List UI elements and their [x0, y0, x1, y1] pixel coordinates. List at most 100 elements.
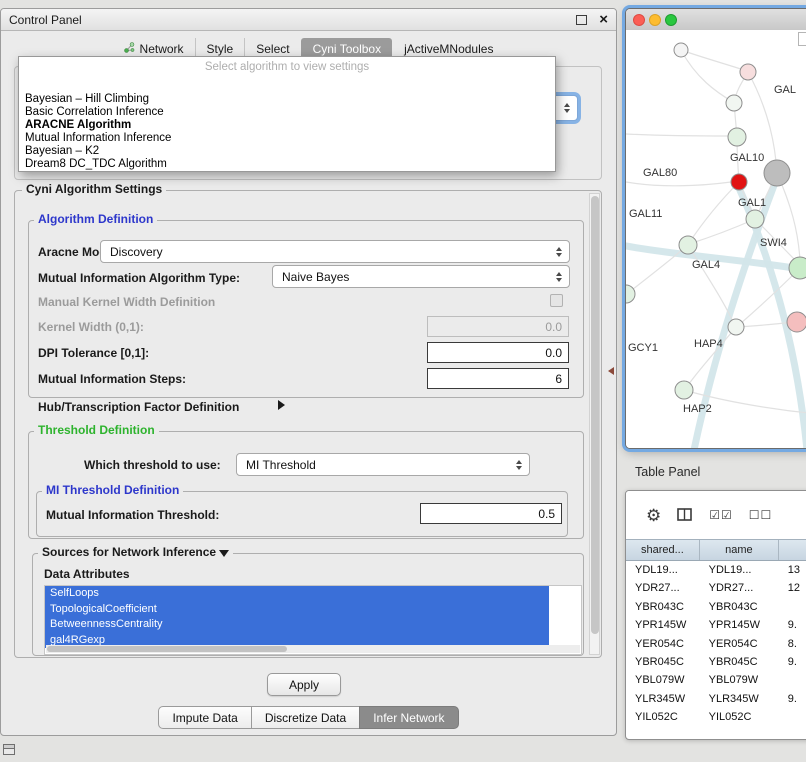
kernel-width-label: Kernel Width (0,1):	[38, 320, 144, 335]
network-window-titlebar[interactable]	[626, 9, 806, 31]
dropdown-item-bayesian-hill-climbing[interactable]: Bayesian – Hill Climbing	[19, 93, 555, 106]
settings-scrollbar-thumb[interactable]	[591, 196, 599, 634]
graph-node[interactable]	[675, 381, 693, 399]
minimized-panel-icon[interactable]	[3, 744, 15, 755]
graph-node[interactable]	[674, 43, 688, 57]
minimize-traffic-light-icon[interactable]	[649, 14, 661, 26]
graph-node[interactable]	[787, 312, 806, 332]
graph-edge[interactable]	[689, 182, 739, 243]
table-cell: YIL052C	[626, 708, 700, 726]
expand-right-icon[interactable]	[278, 400, 285, 410]
graph-edge[interactable]	[689, 219, 755, 244]
table-header: shared...name	[626, 539, 806, 561]
attr-list-hscrollbar[interactable]	[46, 645, 580, 653]
table-cell	[779, 671, 806, 689]
data-attributes-list[interactable]: SelfLoopsTopologicalCoefficientBetweenne…	[44, 585, 582, 655]
zoom-traffic-light-icon[interactable]	[665, 14, 677, 26]
threshold-definition-title: Threshold Definition	[34, 424, 159, 437]
graph-edge[interactable]	[626, 134, 729, 136]
graph-node[interactable]	[789, 257, 806, 279]
graph-node[interactable]	[728, 319, 744, 335]
float-window-icon[interactable]	[576, 15, 587, 25]
apply-button[interactable]: Apply	[267, 673, 341, 696]
graph-edge[interactable]	[681, 50, 733, 102]
attribute-item-selfloops[interactable]: SelfLoops	[45, 586, 549, 602]
dropdown-item-dream8-dc-tdc-algorithm[interactable]: Dream8 DC_TDC Algorithm	[19, 158, 555, 171]
graph-node[interactable]	[679, 236, 697, 254]
table-row[interactable]: YDR27...YDR27...12	[626, 579, 806, 597]
node-label-gal10: GAL10	[730, 152, 764, 164]
graph-node[interactable]	[764, 160, 790, 186]
columns-icon[interactable]	[677, 508, 693, 522]
kernel-width-field[interactable]: 0.0	[427, 316, 569, 337]
cyni-settings-title: Cyni Algorithm Settings	[22, 183, 166, 196]
column-header-name[interactable]: name	[700, 540, 779, 560]
table-row[interactable]: YLR345WYLR345W9.	[626, 690, 806, 708]
dropdown-item-list: Bayesian – Hill ClimbingBasic Correlatio…	[19, 93, 555, 171]
bottom-tab-discretize-data[interactable]: Discretize Data	[251, 706, 360, 729]
attribute-items: SelfLoopsTopologicalCoefficientBetweenne…	[45, 586, 581, 648]
attribute-item-betweennesscentrality[interactable]: BetweennessCentrality	[45, 617, 549, 633]
node-label-gal11: GAL11	[629, 208, 662, 220]
dpi-tolerance-field[interactable]: 0.0	[427, 342, 569, 363]
table-row[interactable]: YPR145WYPR145W9.	[626, 616, 806, 634]
column-header-2[interactable]	[779, 540, 806, 560]
graph-edge[interactable]	[626, 182, 731, 186]
node-label-gal: GAL	[774, 84, 796, 96]
graph-node[interactable]	[731, 174, 747, 190]
dropdown-item-mutual-information-inference[interactable]: Mutual Information Inference	[19, 132, 555, 145]
table-cell: 13	[779, 561, 806, 579]
aracne-mode-combobox[interactable]: Discovery	[100, 240, 570, 263]
mi-type-combobox[interactable]: Naive Bayes	[272, 265, 570, 288]
mi-steps-field[interactable]: 6	[427, 368, 569, 389]
network-canvas[interactable]: GALGAL80GAL10GAL11GAL1SWI4GAL4GCY1HAP4HA…	[626, 30, 806, 448]
collapse-down-icon[interactable]	[219, 550, 229, 557]
table-row[interactable]: YER054CYER054C8.	[626, 635, 806, 653]
which-threshold-value: MI Threshold	[246, 458, 316, 472]
column-header-shared[interactable]: shared...	[626, 540, 700, 560]
dropdown-item-aracne-algorithm[interactable]: ARACNE Algorithm	[19, 119, 555, 132]
settings-gear-icon[interactable]: ⚙	[646, 507, 661, 524]
control-panel-titlebar[interactable]: Control Panel ×	[1, 9, 616, 31]
which-threshold-label: Which threshold to use:	[84, 458, 221, 473]
table-toolbar: ⚙ ☑☑ ☐☐	[626, 491, 806, 540]
graph-edge[interactable]	[681, 50, 747, 71]
which-threshold-combobox[interactable]: MI Threshold	[236, 453, 530, 476]
table-cell: 8.	[779, 635, 806, 653]
attribute-item-topologicalcoefficient[interactable]: TopologicalCoefficient	[45, 602, 549, 618]
network-graph: GALGAL80GAL10GAL11GAL1SWI4GAL4GCY1HAP4HA…	[626, 30, 806, 449]
close-icon[interactable]: ×	[599, 12, 608, 27]
graph-node[interactable]	[626, 285, 635, 303]
tab-label: jActiveMNodules	[404, 42, 493, 56]
select-all-icon[interactable]: ☑☑	[709, 508, 733, 522]
bottom-tab-infer-network[interactable]: Infer Network	[359, 706, 458, 729]
table-cell: YBR043C	[700, 598, 779, 616]
graph-node[interactable]	[728, 128, 746, 146]
window-title: Control Panel	[9, 13, 82, 27]
settings-scrollbar[interactable]	[589, 193, 600, 655]
sources-title-text: Sources for Network Inference	[42, 545, 216, 559]
deselect-all-icon[interactable]: ☐☐	[749, 508, 773, 522]
graph-node[interactable]	[740, 64, 756, 80]
manual-kernel-checkbox[interactable]	[550, 294, 563, 307]
network-icon	[124, 42, 135, 56]
mi-threshold-field[interactable]: 0.5	[420, 503, 562, 524]
combo-arrows-icon	[556, 247, 562, 257]
hub-section-label: Hub/Transcription Factor Definition	[38, 400, 239, 415]
dropdown-item-basic-correlation-inference[interactable]: Basic Correlation Inference	[19, 106, 555, 119]
bottom-tab-impute-data[interactable]: Impute Data	[158, 706, 251, 729]
graph-node[interactable]	[726, 95, 742, 111]
table-row[interactable]: YIL052CYIL052C	[626, 708, 806, 726]
node-label-swi4: SWI4	[760, 237, 787, 249]
table-row[interactable]: YBR043CYBR043C	[626, 598, 806, 616]
node-label-gal80: GAL80	[643, 167, 677, 179]
dropdown-item-bayesian-k2[interactable]: Bayesian – K2	[19, 145, 555, 158]
splitter-arrow-icon[interactable]	[608, 367, 614, 375]
table-row[interactable]: YBL079WYBL079W	[626, 671, 806, 689]
graph-node[interactable]	[746, 210, 764, 228]
close-traffic-light-icon[interactable]	[633, 14, 645, 26]
attr-list-hthumb[interactable]	[47, 646, 287, 652]
table-row[interactable]: YDL19...YDL19...13	[626, 561, 806, 579]
data-attributes-label: Data Attributes	[44, 567, 130, 582]
table-row[interactable]: YBR045CYBR045C9.	[626, 653, 806, 671]
